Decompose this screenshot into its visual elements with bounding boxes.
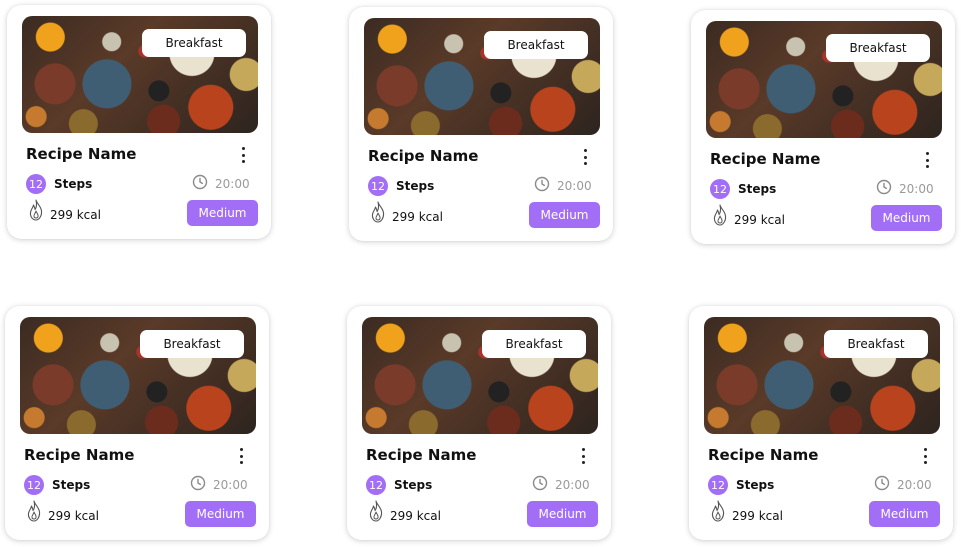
recipe-photo: Breakfast (706, 21, 942, 138)
flame-icon (711, 500, 725, 522)
calories: 299 kcal (48, 509, 99, 523)
steps-label: Steps (394, 478, 433, 492)
recipe-photo: Breakfast (362, 317, 598, 434)
more-vertical-icon[interactable] (235, 146, 251, 164)
steps-label: Steps (396, 179, 435, 193)
difficulty-badge: Medium (529, 202, 600, 228)
steps-count-badge: 12 (368, 176, 388, 196)
calories: 299 kcal (390, 509, 441, 523)
calories: 299 kcal (50, 208, 101, 222)
cook-time: 20:00 (897, 478, 932, 492)
clock-icon (876, 179, 892, 195)
flame-icon (371, 201, 385, 223)
calories: 299 kcal (392, 210, 443, 224)
recipe-photo: Breakfast (704, 317, 940, 434)
more-vertical-icon[interactable] (577, 148, 593, 166)
recipe-name: Recipe Name (366, 446, 477, 464)
recipe-card[interactable]: Breakfast Recipe Name 12 Steps 20:00 299… (349, 7, 613, 241)
steps-count-badge: 12 (24, 475, 44, 495)
recipe-name: Recipe Name (710, 150, 821, 168)
difficulty-badge: Medium (869, 501, 940, 527)
steps-count-badge: 12 (366, 475, 386, 495)
clock-icon (532, 475, 548, 491)
category-tag: Breakfast (142, 29, 246, 57)
calories: 299 kcal (734, 213, 785, 227)
difficulty-badge: Medium (527, 501, 598, 527)
cook-time: 20:00 (555, 478, 590, 492)
steps-count-badge: 12 (710, 179, 730, 199)
category-tag: Breakfast (824, 330, 928, 358)
difficulty-badge: Medium (185, 501, 256, 527)
steps-count-badge: 12 (26, 174, 46, 194)
recipe-name: Recipe Name (368, 147, 479, 165)
cook-time: 20:00 (557, 179, 592, 193)
category-tag: Breakfast (482, 330, 586, 358)
recipe-card[interactable]: Breakfast Recipe Name 12 Steps 20:00 299… (5, 306, 269, 540)
more-vertical-icon[interactable] (919, 151, 935, 169)
recipe-name: Recipe Name (708, 446, 819, 464)
flame-icon (27, 500, 41, 522)
recipe-card[interactable]: Breakfast Recipe Name 12 Steps 20:00 299… (689, 306, 953, 540)
steps-count-badge: 12 (708, 475, 728, 495)
recipe-photo: Breakfast (20, 317, 256, 434)
clock-icon (534, 176, 550, 192)
recipe-name: Recipe Name (26, 145, 137, 163)
cook-time: 20:00 (215, 177, 250, 191)
more-vertical-icon[interactable] (233, 447, 249, 465)
cook-time: 20:00 (899, 182, 934, 196)
flame-icon (369, 500, 383, 522)
recipe-photo: Breakfast (22, 16, 258, 133)
calories: 299 kcal (732, 509, 783, 523)
cook-time: 20:00 (213, 478, 248, 492)
recipe-card[interactable]: Breakfast Recipe Name 12 Steps 20:00 299… (691, 10, 955, 244)
category-tag: Breakfast (826, 34, 930, 62)
steps-label: Steps (54, 177, 93, 191)
difficulty-badge: Medium (871, 205, 942, 231)
clock-icon (192, 174, 208, 190)
steps-label: Steps (738, 182, 777, 196)
category-tag: Breakfast (140, 330, 244, 358)
recipe-photo: Breakfast (364, 18, 600, 135)
steps-label: Steps (736, 478, 775, 492)
category-tag: Breakfast (484, 31, 588, 59)
flame-icon (713, 204, 727, 226)
flame-icon (29, 199, 43, 221)
more-vertical-icon[interactable] (575, 447, 591, 465)
recipe-name: Recipe Name (24, 446, 135, 464)
more-vertical-icon[interactable] (917, 447, 933, 465)
recipe-card[interactable]: Breakfast Recipe Name 12 Steps 20:00 299… (347, 306, 611, 540)
clock-icon (874, 475, 890, 491)
steps-label: Steps (52, 478, 91, 492)
clock-icon (190, 475, 206, 491)
difficulty-badge: Medium (187, 200, 258, 226)
recipe-card[interactable]: Breakfast Recipe Name 12 Steps 20:00 299… (7, 5, 271, 239)
